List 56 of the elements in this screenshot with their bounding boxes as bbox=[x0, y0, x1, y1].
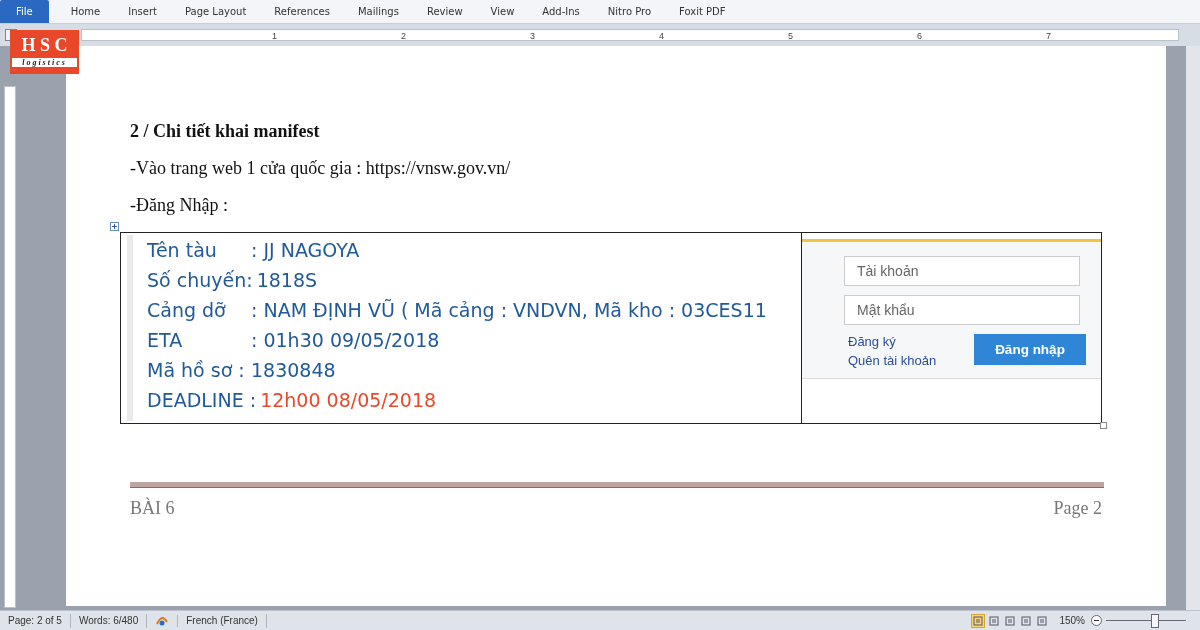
info-label: DEADLINE : bbox=[147, 389, 257, 411]
zoom-level[interactable]: 150% bbox=[1059, 615, 1085, 626]
logo-tagline: logistics bbox=[12, 58, 77, 67]
info-value: : NAM ĐỊNH VŨ ( Mã cảng : VNDVN, Mã kho : 03CES11 bbox=[251, 299, 767, 321]
ribbon-tab[interactable]: Nitro Pro bbox=[593, 0, 666, 23]
document-paragraph: -Vào trang web 1 cửa quốc gia : https://vnsw.gov.vn/ bbox=[130, 158, 512, 179]
info-value: 1818S bbox=[256, 269, 318, 291]
ruler-number: 7 bbox=[1046, 30, 1052, 40]
ribbon-tab[interactable]: Foxit PDF bbox=[665, 0, 740, 23]
table-resize-handle-icon[interactable] bbox=[1100, 422, 1107, 429]
footer-page-number: Page 2 bbox=[1053, 498, 1102, 519]
vertical-scrollbar[interactable] bbox=[1186, 46, 1200, 610]
ribbon-tab[interactable]: References bbox=[260, 0, 344, 23]
zoom-slider-thumb[interactable] bbox=[1151, 614, 1159, 628]
ribbon-tab[interactable]: Add-Ins bbox=[528, 0, 594, 23]
info-label: Cảng dỡ bbox=[147, 299, 227, 321]
view-mode-icon[interactable] bbox=[987, 613, 1002, 628]
ruler-number: 6 bbox=[917, 30, 923, 40]
info-label: Mã hồ sơ : bbox=[147, 359, 246, 381]
info-label: Tên tàu bbox=[147, 239, 218, 261]
document-heading: 2 / Chi tiết khai manifest bbox=[130, 121, 321, 142]
info-value: 1830848 bbox=[251, 359, 336, 381]
view-mode-icon[interactable] bbox=[1019, 613, 1034, 628]
language-indicator[interactable]: French (France) bbox=[178, 613, 267, 628]
login-button[interactable]: Đăng nhập bbox=[974, 334, 1086, 365]
username-field[interactable]: Tài khoản bbox=[844, 256, 1080, 286]
word-count[interactable]: Words: 6/480 bbox=[70, 613, 148, 628]
table-move-handle-icon[interactable] bbox=[110, 222, 119, 231]
logo-name: H S C bbox=[21, 35, 68, 56]
ribbon-tab[interactable]: Page Layout bbox=[170, 0, 261, 23]
ruler-number: 2 bbox=[401, 30, 407, 40]
ribbon-tab[interactable]: Home bbox=[56, 0, 115, 23]
ribbon-tab[interactable]: View bbox=[476, 0, 529, 23]
info-value: : JJ NAGOYA bbox=[251, 239, 360, 261]
login-link[interactable]: Quên tài khoản bbox=[848, 353, 937, 368]
ribbon-tab[interactable]: File bbox=[0, 0, 49, 23]
ribbon-tab[interactable]: Mailings bbox=[343, 0, 413, 23]
zoom-out-button[interactable] bbox=[1091, 615, 1102, 626]
info-label: ETA bbox=[147, 329, 184, 351]
view-mode-icon[interactable] bbox=[1003, 613, 1018, 628]
ruler-number: 4 bbox=[659, 30, 665, 40]
info-value: 12h00 08/05/2018 bbox=[260, 389, 437, 411]
login-link[interactable]: Đăng ký bbox=[848, 334, 937, 349]
view-mode-icon[interactable] bbox=[971, 613, 986, 628]
password-field[interactable]: Mật khẩu bbox=[844, 295, 1080, 325]
ribbon-tab[interactable]: Insert bbox=[114, 0, 171, 23]
footer-text: BÀI 6 bbox=[130, 498, 175, 519]
info-label: Số chuyến: bbox=[147, 269, 253, 291]
view-mode-icon[interactable] bbox=[1035, 613, 1050, 628]
ruler-number: 1 bbox=[272, 30, 278, 40]
ribbon-tab[interactable]: Review bbox=[412, 0, 477, 23]
ruler-number: 3 bbox=[530, 30, 536, 40]
info-value: : 01h30 09/05/2018 bbox=[251, 329, 440, 351]
page-count[interactable]: Page: 2 of 5 bbox=[0, 613, 71, 628]
document-paragraph: -Đăng Nhập : bbox=[130, 195, 229, 216]
ruler-number: 5 bbox=[788, 30, 794, 40]
